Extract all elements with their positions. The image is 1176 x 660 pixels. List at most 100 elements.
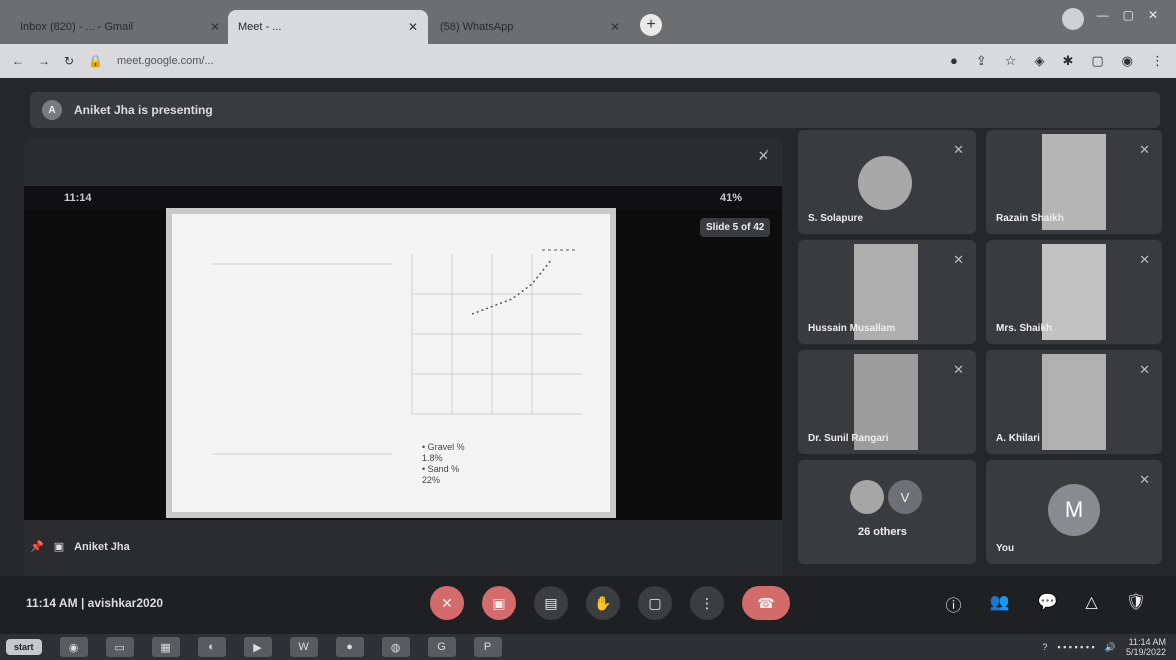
- phone-time: 11:14: [64, 192, 92, 204]
- maximize-icon[interactable]: ▢: [1123, 8, 1134, 22]
- others-count: 26 others: [858, 526, 907, 538]
- presenter-name-text: Aniket Jha: [74, 540, 130, 553]
- google-app-icon[interactable]: G: [427, 637, 456, 657]
- meeting-code: avishkar2020: [87, 596, 164, 610]
- photos-app-icon[interactable]: ▦: [151, 637, 180, 657]
- presenting-banner: A Aniket Jha is presenting: [30, 92, 1160, 128]
- address-bar: ← → ↻ 🔒 meet.google.com/... ● ⇪ ☆ ◈ ✱ ▢ …: [0, 44, 1176, 78]
- account-icon[interactable]: ◉: [1122, 53, 1133, 69]
- participant-tile[interactable]: ✕ S. Solapure: [798, 130, 976, 234]
- participant-name: Hussain Musallam: [808, 323, 896, 334]
- camera-icon[interactable]: ●: [950, 53, 958, 69]
- slide-content: [212, 249, 582, 455]
- activities-icon[interactable]: △: [1085, 592, 1097, 616]
- participant-name: A. Khilari: [996, 433, 1040, 444]
- side-controls: ⓘ 👥 💬 △ 🛡: [946, 592, 1146, 616]
- powerpoint-app-icon[interactable]: P: [473, 637, 502, 657]
- presenting-text: Aniket Jha is presenting: [74, 103, 213, 117]
- folder-app-icon[interactable]: ▭: [105, 637, 134, 657]
- chrome-app-icon[interactable]: ◉: [59, 637, 88, 657]
- forward-icon[interactable]: →: [38, 54, 50, 68]
- mic-off-icon: ✕: [1139, 362, 1150, 377]
- window-controls: — ▢ ✕: [1097, 8, 1158, 22]
- sidepanel-icon[interactable]: ▢: [1091, 53, 1103, 69]
- system-clock[interactable]: 11:14 AM 5/19/2022: [1126, 637, 1166, 657]
- meeting-time: 11:14 AM: [26, 596, 78, 610]
- firefox-app-icon[interactable]: ◍: [381, 637, 410, 657]
- puzzle-icon[interactable]: ✱: [1062, 53, 1073, 69]
- close-icon[interactable]: ✕: [408, 20, 418, 34]
- back-icon[interactable]: ←: [12, 54, 24, 68]
- participant-name: Dr. Sunil Rangari: [808, 433, 889, 444]
- tab-gmail[interactable]: Inbox (820) - ... - Gmail ✕: [10, 10, 230, 44]
- share-icon[interactable]: ⇪: [976, 53, 987, 69]
- sand-value: 22%: [422, 475, 441, 485]
- mic-off-icon: ✕: [1139, 252, 1150, 267]
- tray-icons[interactable]: ▪ ▪ ▪ ▪ ▪ ▪ ▪: [1057, 642, 1094, 652]
- mic-off-icon: ✕: [953, 252, 964, 267]
- word-app-icon[interactable]: W: [289, 637, 318, 657]
- volume-icon[interactable]: 🔊: [1105, 642, 1116, 653]
- tab-whatsapp[interactable]: (58) WhatsApp ✕: [430, 10, 630, 44]
- media-app-icon[interactable]: ▶: [243, 637, 272, 657]
- mic-off-icon: ✕: [1139, 472, 1150, 487]
- mic-off-icon: ✕: [953, 362, 964, 377]
- slide-legend: • Gravel % 1.8% • Sand % 22%: [422, 442, 465, 485]
- end-call-button[interactable]: ☎: [742, 586, 790, 620]
- clock-date: 5/19/2022: [1125, 647, 1166, 657]
- menu-icon[interactable]: ⋮: [1151, 53, 1164, 69]
- extension-icon[interactable]: ◈: [1034, 53, 1044, 69]
- os-taskbar: start ◉ ▭ ▦ ◐ ▶ W ● ◍ G P ? ▪ ▪ ▪ ▪ ▪ ▪ …: [0, 634, 1176, 660]
- others-tile[interactable]: V 26 others: [798, 460, 976, 564]
- present-button[interactable]: ▢: [638, 586, 672, 620]
- tab-label: Meet - ...: [238, 21, 282, 33]
- avatar: A: [42, 100, 62, 120]
- minimize-icon[interactable]: —: [1097, 8, 1109, 22]
- slide-counter: Slide 5 of 42: [700, 218, 771, 237]
- slide: • Gravel % 1.8% • Sand % 22%: [166, 208, 616, 518]
- participant-tile[interactable]: ✕ Razain Shaikh: [986, 130, 1162, 234]
- self-tile[interactable]: M ✕ You: [986, 460, 1162, 564]
- participant-name: Mrs. Shaikh: [996, 323, 1053, 334]
- participant-tile[interactable]: ✕ A. Khilari: [986, 350, 1162, 454]
- participant-tile[interactable]: ✕ Hussain Musallam: [798, 240, 976, 344]
- present-icon: ▣: [53, 541, 65, 553]
- chat-icon[interactable]: 💬: [1037, 592, 1057, 616]
- profile-icon[interactable]: [1062, 8, 1084, 30]
- camera-off-button[interactable]: ▣: [482, 586, 516, 620]
- separator: |: [80, 596, 85, 610]
- people-icon[interactable]: 👥: [990, 592, 1010, 616]
- mic-off-icon: ✕: [953, 142, 964, 157]
- captions-button[interactable]: ▤: [534, 586, 568, 620]
- mic-off-icon: ✕: [1139, 142, 1150, 157]
- new-tab-button[interactable]: +: [640, 14, 662, 36]
- pin-icon[interactable]: 📌: [30, 540, 44, 553]
- mic-off-button[interactable]: ✕: [430, 586, 464, 620]
- close-icon[interactable]: ✕: [210, 20, 220, 34]
- reload-icon[interactable]: ↻: [64, 54, 74, 68]
- extension-icons: ● ⇪ ☆ ◈ ✱ ▢ ◉ ⋮: [950, 53, 1164, 69]
- start-button[interactable]: start: [6, 639, 42, 655]
- lock-icon: 🔒: [88, 54, 104, 68]
- gravel-label: Gravel %: [427, 442, 465, 452]
- participant-tile[interactable]: ✕ Dr. Sunil Rangari: [798, 350, 976, 454]
- info-icon[interactable]: ⓘ: [946, 592, 962, 616]
- star-icon[interactable]: ☆: [1005, 53, 1017, 69]
- url-input[interactable]: meet.google.com/...: [117, 55, 936, 67]
- close-icon[interactable]: ✕: [610, 20, 620, 34]
- raise-hand-button[interactable]: ✋: [586, 586, 620, 620]
- meet-control-bar: 11:14 AM | avishkar2020 ✕ ▣ ▤ ✋ ▢ ⋮ ☎ ⓘ …: [0, 576, 1176, 634]
- meeting-info: 11:14 AM | avishkar2020: [26, 596, 163, 610]
- more-options-button[interactable]: ⋮: [690, 586, 724, 620]
- host-controls-icon[interactable]: 🛡: [1126, 592, 1146, 616]
- avatar: M: [1048, 484, 1100, 536]
- tab-meet[interactable]: Meet - ... ✕: [228, 10, 428, 44]
- app-icon[interactable]: ●: [335, 637, 364, 657]
- hp-app-icon[interactable]: ◐: [197, 637, 226, 657]
- sand-label: Sand %: [427, 464, 460, 474]
- help-icon[interactable]: ?: [1042, 642, 1047, 652]
- participant-name: S. Solapure: [808, 213, 864, 224]
- close-window-icon[interactable]: ✕: [1148, 8, 1158, 22]
- participant-tile[interactable]: ✕ Mrs. Shaikh: [986, 240, 1162, 344]
- gravel-value: 1.8%: [422, 453, 443, 463]
